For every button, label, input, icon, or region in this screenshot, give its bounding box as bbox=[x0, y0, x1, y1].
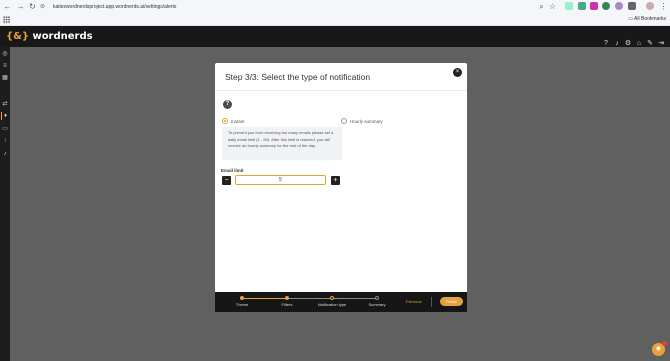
step-dot-notification-type[interactable] bbox=[330, 296, 334, 300]
bookmarks-bar: ▭ All Bookmarks bbox=[0, 14, 670, 25]
step-dot-summary[interactable] bbox=[375, 296, 379, 300]
help-icon[interactable]: ? bbox=[601, 39, 611, 48]
sidebar-alerts-icon[interactable]: ♦ bbox=[1, 112, 9, 120]
sidebar-bell-icon[interactable]: ♪ bbox=[1, 150, 9, 158]
instant-radio[interactable]: Instant bbox=[222, 118, 262, 126]
notification-modal: Step 3/3: Select the type of notificatio… bbox=[215, 63, 467, 312]
apps-grid-icon[interactable] bbox=[3, 16, 10, 23]
close-icon[interactable]: × bbox=[453, 68, 462, 77]
decrease-button[interactable]: − bbox=[222, 176, 231, 185]
help-icon[interactable]: ? bbox=[223, 100, 232, 109]
home-icon[interactable]: ⌂ bbox=[634, 39, 644, 48]
browser-menu-icon[interactable]: ⋮ bbox=[659, 2, 668, 11]
info-text: To prevent you from receiving too many e… bbox=[222, 127, 342, 160]
finish-button[interactable]: Finish bbox=[440, 297, 463, 306]
sidebar-dashboard-icon[interactable]: ◎ bbox=[1, 50, 9, 58]
back-icon[interactable]: ← bbox=[3, 2, 12, 11]
modal-header: Step 3/3: Select the type of notificatio… bbox=[215, 63, 467, 91]
extension-icon[interactable] bbox=[615, 2, 623, 10]
zoom-icon[interactable]: ⌕ bbox=[537, 2, 546, 11]
address-bar[interactable]: ⊜ katieswordnerdsproject.app.wordnerds.a… bbox=[40, 2, 560, 12]
bell-icon[interactable]: ♪ bbox=[612, 39, 622, 48]
step-label-summary: Summary bbox=[368, 302, 386, 307]
progress-fill bbox=[242, 298, 287, 299]
site-info-icon[interactable]: ⊜ bbox=[40, 2, 48, 12]
extension-icon[interactable] bbox=[590, 2, 598, 10]
header-icons: ? ♪ ⚙ ⌂ ✎ ⇥ bbox=[600, 32, 666, 47]
logo-text: wordnerds bbox=[32, 31, 93, 42]
logout-icon[interactable]: ⇥ bbox=[656, 39, 666, 48]
wizard-footer: Theme Filters Notification type Summary … bbox=[215, 292, 467, 312]
step-label-notification-type: Notification type bbox=[317, 302, 347, 307]
footer-divider bbox=[431, 297, 432, 307]
browser-chrome: ← → ↻ ⊜ katieswordnerdsproject.app.wordn… bbox=[0, 0, 670, 26]
chat-notification-badge bbox=[662, 341, 667, 346]
email-limit-label: Email limit bbox=[221, 168, 244, 173]
forward-icon[interactable]: → bbox=[16, 2, 25, 11]
step-dot-filters[interactable] bbox=[285, 296, 289, 300]
sidebar-grid-icon[interactable]: ▦ bbox=[1, 74, 9, 82]
edit-icon[interactable]: ✎ bbox=[645, 39, 655, 48]
email-limit-input[interactable]: 5 bbox=[235, 175, 326, 185]
all-bookmarks-label: All Bookmarks bbox=[634, 16, 666, 22]
previous-button[interactable]: Previous bbox=[406, 299, 422, 304]
extension-icon[interactable] bbox=[578, 2, 586, 10]
instant-label: Instant bbox=[231, 119, 245, 124]
extension-icon[interactable] bbox=[565, 2, 573, 10]
hourly-summary-radio[interactable]: Hourly summary bbox=[341, 118, 401, 126]
radio-unselected-icon[interactable] bbox=[341, 118, 347, 124]
profile-avatar[interactable] bbox=[646, 2, 654, 10]
app-header: {&} wordnerds ? ♪ ⚙ ⌂ ✎ ⇥ bbox=[0, 26, 670, 47]
step-label-filters: Filters bbox=[281, 302, 293, 307]
modal-title: Step 3/3: Select the type of notificatio… bbox=[225, 72, 371, 82]
sidebar-chat-icon[interactable]: ▭ bbox=[1, 125, 9, 133]
sidebar-list-icon[interactable]: ≡ bbox=[1, 62, 9, 70]
extension-icon[interactable] bbox=[602, 2, 610, 10]
chat-widget-button[interactable]: ◉ bbox=[652, 341, 667, 356]
reload-icon[interactable]: ↻ bbox=[28, 2, 37, 11]
sidebar-upload-icon[interactable]: ↑ bbox=[1, 137, 9, 145]
extensions-puzzle-icon[interactable] bbox=[628, 2, 636, 10]
step-dot-theme[interactable] bbox=[240, 296, 244, 300]
hourly-summary-label: Hourly summary bbox=[350, 119, 383, 124]
gear-icon[interactable]: ⚙ bbox=[623, 39, 633, 48]
logo-brace: {&} bbox=[6, 31, 29, 42]
sidebar: ◎ ≡ ▦ ⇄ ♦ ▭ ↑ ♪ bbox=[0, 47, 10, 361]
increase-button[interactable]: + bbox=[331, 176, 340, 185]
star-icon[interactable]: ☆ bbox=[548, 2, 557, 11]
all-bookmarks-button[interactable]: ▭ All Bookmarks bbox=[628, 14, 666, 25]
step-label-theme: Theme bbox=[235, 302, 249, 307]
sidebar-transfer-icon[interactable]: ⇄ bbox=[1, 100, 9, 108]
wordnerds-logo[interactable]: {&} wordnerds bbox=[6, 30, 93, 43]
radio-selected-icon[interactable] bbox=[222, 118, 228, 124]
url-text: katieswordnerdsproject.app.wordnerds.ai/… bbox=[53, 4, 177, 10]
